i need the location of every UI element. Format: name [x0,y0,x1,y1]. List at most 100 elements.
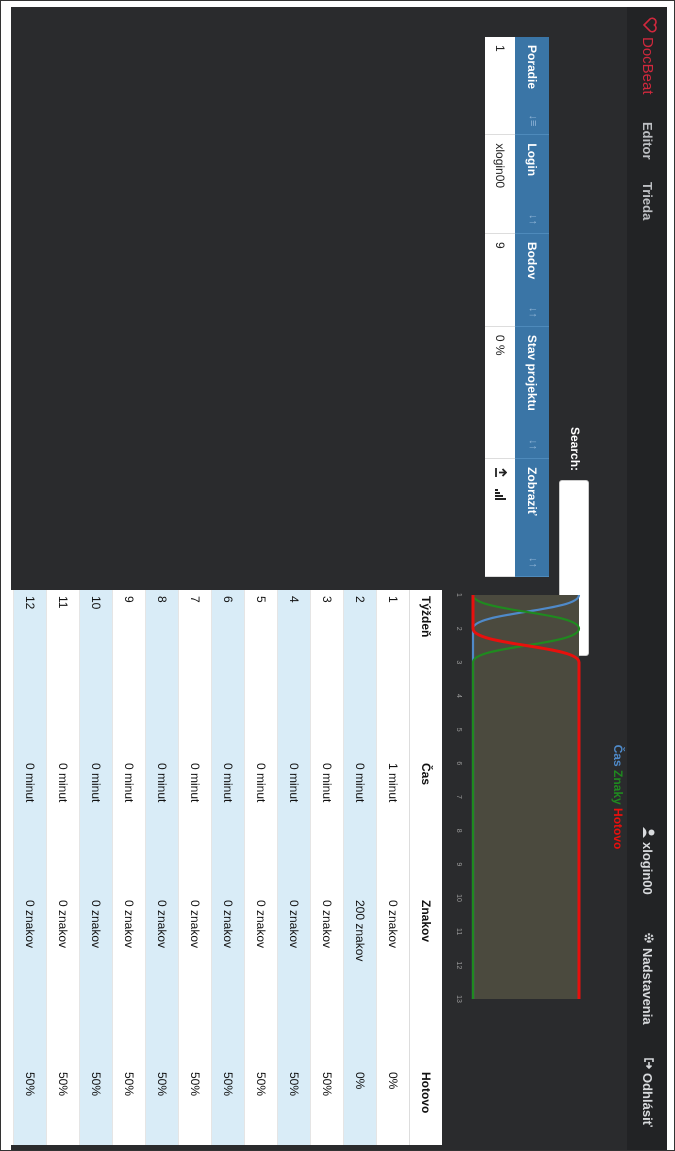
x-tick-label: 12 [455,961,462,969]
ranking-row: 1 xlogin00 9 0 % [485,37,515,577]
hotovo-cell: 50% [244,1066,278,1145]
znakov-cell: 0 znakov [178,894,212,1066]
sort-icon: ↓↑ [527,213,539,225]
gear-icon [640,932,655,944]
cas-cell: 0 minut [211,757,245,894]
week-cell: 3 [310,590,344,757]
hotovo-cell: 50% [145,1066,179,1145]
col-znakov: Znakov [409,894,442,1066]
cas-cell: 0 minut [11,757,14,894]
cas-cell: 0 minut [343,757,377,894]
cas-cell: 0 minut [277,757,311,894]
login-cell: xlogin00 [485,134,515,234]
status-cell: 0 % [485,326,515,459]
x-tick-label: 5 [455,728,462,732]
x-tick-label: 10 [455,894,462,902]
cas-cell: 0 minut [79,757,113,894]
heart-logo-icon [639,17,657,33]
col-stav-label: Stav projektu [525,334,539,411]
brand-logo[interactable]: DocBeat [639,17,657,95]
weekly-row: 20 minut 200 znakov 0% [343,590,377,1145]
nav-trieda-link[interactable]: Trieda [640,182,655,220]
col-zobrazit-label: Zobraziť [525,467,539,516]
legend-hotovo: Hotovo [611,808,625,850]
weekly-row: 90 minut 0 znakov 50% [112,590,146,1145]
weekly-row: 70 minut 0 znakov 50% [178,590,212,1145]
weekly-row: 130 minut0 znakov50% [11,590,14,1145]
col-poradie[interactable]: Poradie ↓≡ [515,37,549,135]
col-bodov-label: Bodov [525,241,539,280]
upload-icon[interactable] [493,467,508,481]
ranking-header-row: Poradie ↓≡ Login ↓↑ Bodov ↓↑ Stav projektu ↓… [515,37,549,577]
user-menu[interactable]: xlogin00 [640,827,655,895]
week-cell: 13 [11,590,14,757]
hotovo-cell: 50% [211,1066,245,1145]
top-navbar: DocBeat Editor Trieda xlogin00 Nadstaven… [627,7,667,1150]
col-poradie-label: Poradie [525,45,539,90]
week-cell: 6 [211,590,245,757]
znakov-cell: 0 znakov [79,894,113,1066]
chart-legend: Čas Znaky Hotovo [603,587,625,1007]
znakov-cell: 0 znakov [277,894,311,1066]
search-label: Search: [567,427,582,472]
cas-cell: 0 minut [310,757,344,894]
znakov-cell: 0 znakov [376,894,410,1066]
logout-icon [640,1057,655,1070]
hotovo-cell: 50% [178,1066,212,1145]
col-tyzden: Týždeň [409,590,442,757]
weekly-row: 10 0 minut 0 znakov 50% [79,590,113,1145]
znakov-cell: 0 znakov [112,894,146,1066]
progress-chart: 12345678910111213 [455,593,581,1003]
x-tick-label: 11 [455,928,462,935]
ranking-table: Poradie ↓≡ Login ↓↑ Bodov ↓↑ Stav projektu ↓… [485,37,549,577]
weekly-row: 12 0 minut 0 znakov 50% [13,590,47,1145]
week-cell: 2 [343,590,377,757]
znakov-cell: 0 znakov [145,894,179,1066]
col-login[interactable]: Login ↓↑ [515,134,549,234]
bar-chart-icon[interactable] [493,489,507,501]
user-icon [640,827,655,838]
week-cell: 4 [277,590,311,757]
weekly-row: 11 minut 0 znakov 0% [376,590,410,1145]
weekly-row: 11 0 minut 0 znakov 50% [46,590,80,1145]
week-cell: 5 [244,590,278,757]
settings-link[interactable]: Nadstavenia [640,932,655,1025]
week-cell: 8 [145,590,179,757]
week-cell: 10 [79,590,113,757]
legend-cas: Čas [611,744,625,767]
weekly-header-row: Týždeň Čas Znakov Hotovo [409,590,442,1145]
user-name: xlogin00 [640,842,655,895]
sort-icon: ↓↑ [527,306,539,318]
cas-cell: 1 minut [376,757,410,894]
znakov-cell: 0 znakov [244,894,278,1066]
weekly-row: 80 minut 0 znakov 50% [145,590,179,1145]
cas-cell: 0 minut [112,757,146,894]
app-viewport: DocBeat Editor Trieda xlogin00 Nadstaven… [11,7,667,1150]
hotovo-cell: 50% [11,1066,14,1145]
hotovo-cell: 0% [376,1066,410,1145]
x-tick-label: 2 [455,627,462,631]
col-bodov[interactable]: Bodov ↓↑ [515,233,549,327]
week-cell: 9 [112,590,146,757]
x-tick-label: 1 [455,593,462,597]
legend-znaky: Znaky [611,770,625,805]
logout-link[interactable]: Odhlásiť [640,1057,655,1127]
weekly-row: 30 minut 0 znakov 50% [310,590,344,1145]
znakov-cell: 0 znakov [46,894,80,1066]
sort-icon: ↓≡ [527,114,539,127]
col-login-label: Login [525,143,539,177]
cas-cell: 0 minut [46,757,80,894]
weekly-row: 60 minut 0 znakov 50% [211,590,245,1145]
cas-cell: 0 minut [178,757,212,894]
week-cell: 7 [178,590,212,757]
x-tick-label: 13 [455,995,462,1003]
nav-editor-link[interactable]: Editor [640,122,655,160]
week-cell: 1 [376,590,410,757]
rank-cell: 1 [485,37,515,135]
cas-cell: 0 minut [244,757,278,894]
znakov-cell: 200 znakov [343,894,377,1066]
col-cas: Čas [409,757,442,894]
col-zobrazit[interactable]: Zobraziť ↓↑ [515,458,549,577]
actions-cell [485,458,515,577]
col-stav-projektu[interactable]: Stav projektu ↓↑ [515,326,549,459]
